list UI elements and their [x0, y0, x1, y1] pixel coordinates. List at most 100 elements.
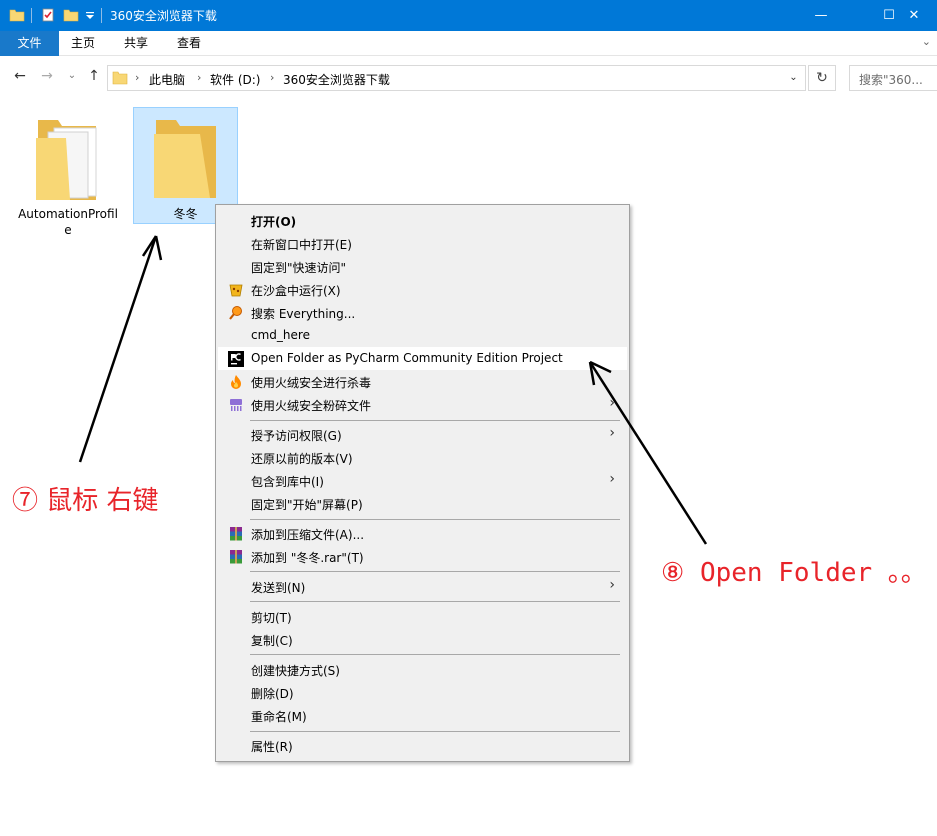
menu-item-open-pycharm[interactable]: Open Folder as PyCharm Community Edition…	[218, 347, 627, 370]
tab-home[interactable]: 主页	[63, 31, 103, 56]
breadcrumb-current-folder[interactable]: 360安全浏览器下载	[283, 71, 390, 88]
context-menu: 打开(O) 在新窗口中打开(E) 固定到"快速访问" 在沙盒中运行(X) 搜索 …	[215, 204, 630, 762]
menu-item-label: 重命名(M)	[251, 710, 307, 724]
ribbon-expand-icon[interactable]: ⌄	[922, 35, 931, 48]
menu-item-label: 授予访问权限(G)	[251, 429, 342, 443]
menu-item-label: 固定到"快速访问"	[251, 261, 347, 275]
folder-name: AutomationProfile	[18, 207, 118, 237]
menu-item-label: 属性(R)	[251, 740, 293, 754]
menu-item-open-new-window[interactable]: 在新窗口中打开(E)	[218, 232, 627, 255]
menu-item-label: 还原以前的版本(V)	[251, 452, 353, 466]
menu-item-label: 剪切(T)	[251, 611, 292, 625]
refresh-button[interactable]: ↻	[808, 65, 836, 91]
menu-item-label: 搜索 Everything...	[251, 307, 356, 321]
forward-button[interactable]: →	[37, 66, 57, 86]
huorong-antivirus-icon	[231, 375, 241, 389]
menu-item-rename[interactable]: 重命名(M)	[218, 704, 627, 727]
menu-separator	[250, 654, 620, 655]
menu-item-label: 删除(D)	[251, 687, 294, 701]
menu-item-send-to[interactable]: 发送到(N) ›	[218, 575, 627, 598]
properties-icon[interactable]	[40, 7, 56, 23]
back-button[interactable]: ←	[10, 66, 30, 86]
menu-item-add-rar[interactable]: 添加到 "冬冬.rar"(T)	[218, 545, 627, 568]
menu-item-label: 发送到(N)	[251, 581, 306, 595]
customize-toolbar-icon[interactable]	[84, 7, 96, 23]
annotation-step-8: ⑧ Open Folder 。。	[661, 558, 927, 588]
menu-item-huorong-shred[interactable]: 使用火绒安全粉碎文件 ›	[218, 393, 627, 416]
submenu-arrow-icon: ›	[609, 395, 615, 411]
tab-view[interactable]: 查看	[169, 31, 209, 56]
breadcrumb-drive-d[interactable]: 软件 (D:)	[210, 71, 260, 88]
menu-item-cut[interactable]: 剪切(T)	[218, 605, 627, 628]
winrar-icon	[230, 527, 242, 541]
menu-item-label: 包含到库中(I)	[251, 475, 324, 489]
window-title: 360安全浏览器下载	[110, 9, 217, 23]
menu-item-pin-start[interactable]: 固定到"开始"屏幕(P)	[218, 492, 627, 515]
menu-separator	[250, 420, 620, 421]
menu-item-copy[interactable]: 复制(C)	[218, 628, 627, 651]
menu-item-include-library[interactable]: 包含到库中(I) ›	[218, 469, 627, 492]
menu-item-delete[interactable]: 删除(D)	[218, 681, 627, 704]
address-bar[interactable]: › 此电脑 › 软件 (D:) › 360安全浏览器下载 ⌄	[107, 65, 806, 91]
arrow-to-folder-icon	[78, 235, 163, 463]
huorong-shred-icon	[230, 399, 242, 411]
menu-separator	[250, 519, 620, 520]
menu-item-run-sandbox[interactable]: 在沙盒中运行(X)	[218, 278, 627, 301]
menu-separator	[250, 571, 620, 572]
breadcrumb-this-pc[interactable]: 此电脑	[149, 71, 185, 88]
menu-item-cmd-here[interactable]: cmd_here	[218, 324, 627, 347]
menu-item-properties[interactable]: 属性(R)	[218, 734, 627, 757]
menu-item-label: 在沙盒中运行(X)	[251, 284, 341, 298]
menu-item-label: 复制(C)	[251, 634, 293, 648]
pycharm-icon	[228, 351, 244, 367]
menu-item-add-archive[interactable]: 添加到压缩文件(A)...	[218, 522, 627, 545]
recent-locations-button[interactable]: ⌄	[62, 66, 82, 86]
menu-item-label: 在新窗口中打开(E)	[251, 238, 352, 252]
submenu-arrow-icon: ›	[609, 471, 615, 487]
breadcrumb-separator[interactable]: ›	[135, 71, 139, 84]
close-button[interactable]: ✕	[891, 0, 937, 31]
up-button[interactable]: ↑	[84, 66, 104, 86]
minimize-button[interactable]: —	[798, 0, 844, 31]
title-separator	[101, 8, 102, 23]
navigation-bar: ← → ⌄ ↑ › 此电脑 › 软件 (D:) › 360安全浏览器下载 ⌄ ↻…	[0, 56, 937, 100]
folder-icon	[154, 120, 216, 198]
breadcrumb-separator[interactable]: ›	[197, 71, 201, 84]
title-bar: 360安全浏览器下载 — ☐ ✕	[0, 0, 937, 31]
annotation-step-7: ⑦ 鼠标 右键	[12, 486, 159, 516]
menu-item-label: Open Folder as PyCharm Community Edition…	[251, 351, 563, 365]
menu-item-label: cmd_here	[251, 328, 310, 342]
menu-item-label: 创建快捷方式(S)	[251, 664, 340, 678]
folder-item-automationprofile[interactable]: AutomationProfile	[16, 108, 120, 248]
breadcrumb-separator[interactable]: ›	[270, 71, 274, 84]
tab-file[interactable]: 文件	[0, 31, 59, 56]
menu-item-label: 使用火绒安全粉碎文件	[251, 399, 372, 413]
menu-item-huorong-antivirus[interactable]: 使用火绒安全进行杀毒	[218, 370, 627, 393]
search-input[interactable]: 搜索"360...	[849, 65, 937, 91]
menu-separator	[250, 601, 620, 602]
folder-icon	[112, 71, 128, 85]
menu-item-open[interactable]: 打开(O)	[218, 209, 627, 232]
menu-item-create-shortcut[interactable]: 创建快捷方式(S)	[218, 658, 627, 681]
menu-item-restore-versions[interactable]: 还原以前的版本(V)	[218, 446, 627, 469]
menu-item-label: 打开(O)	[251, 215, 297, 229]
submenu-arrow-icon: ›	[609, 425, 615, 441]
submenu-arrow-icon: ›	[609, 577, 615, 593]
address-history-dropdown[interactable]: ⌄	[781, 66, 805, 90]
everything-search-icon	[229, 306, 242, 320]
title-separator	[31, 8, 32, 23]
menu-separator	[250, 731, 620, 732]
winrar-icon	[230, 550, 242, 564]
menu-item-give-access[interactable]: 授予访问权限(G) ›	[218, 423, 627, 446]
tab-share[interactable]: 共享	[116, 31, 156, 56]
menu-item-label: 添加到压缩文件(A)...	[251, 528, 365, 542]
sandbox-icon	[229, 284, 243, 297]
menu-item-search-everything[interactable]: 搜索 Everything...	[218, 301, 627, 324]
folder-icon	[9, 9, 25, 22]
menu-item-pin-quick-access[interactable]: 固定到"快速访问"	[218, 255, 627, 278]
menu-item-label: 使用火绒安全进行杀毒	[251, 376, 372, 390]
ribbon-tabs: 文件 主页 共享 查看 ⌄	[0, 31, 937, 56]
new-folder-icon[interactable]	[63, 7, 79, 23]
menu-item-label: 固定到"开始"屏幕(P)	[251, 498, 363, 512]
menu-item-label: 添加到 "冬冬.rar"(T)	[251, 551, 364, 565]
